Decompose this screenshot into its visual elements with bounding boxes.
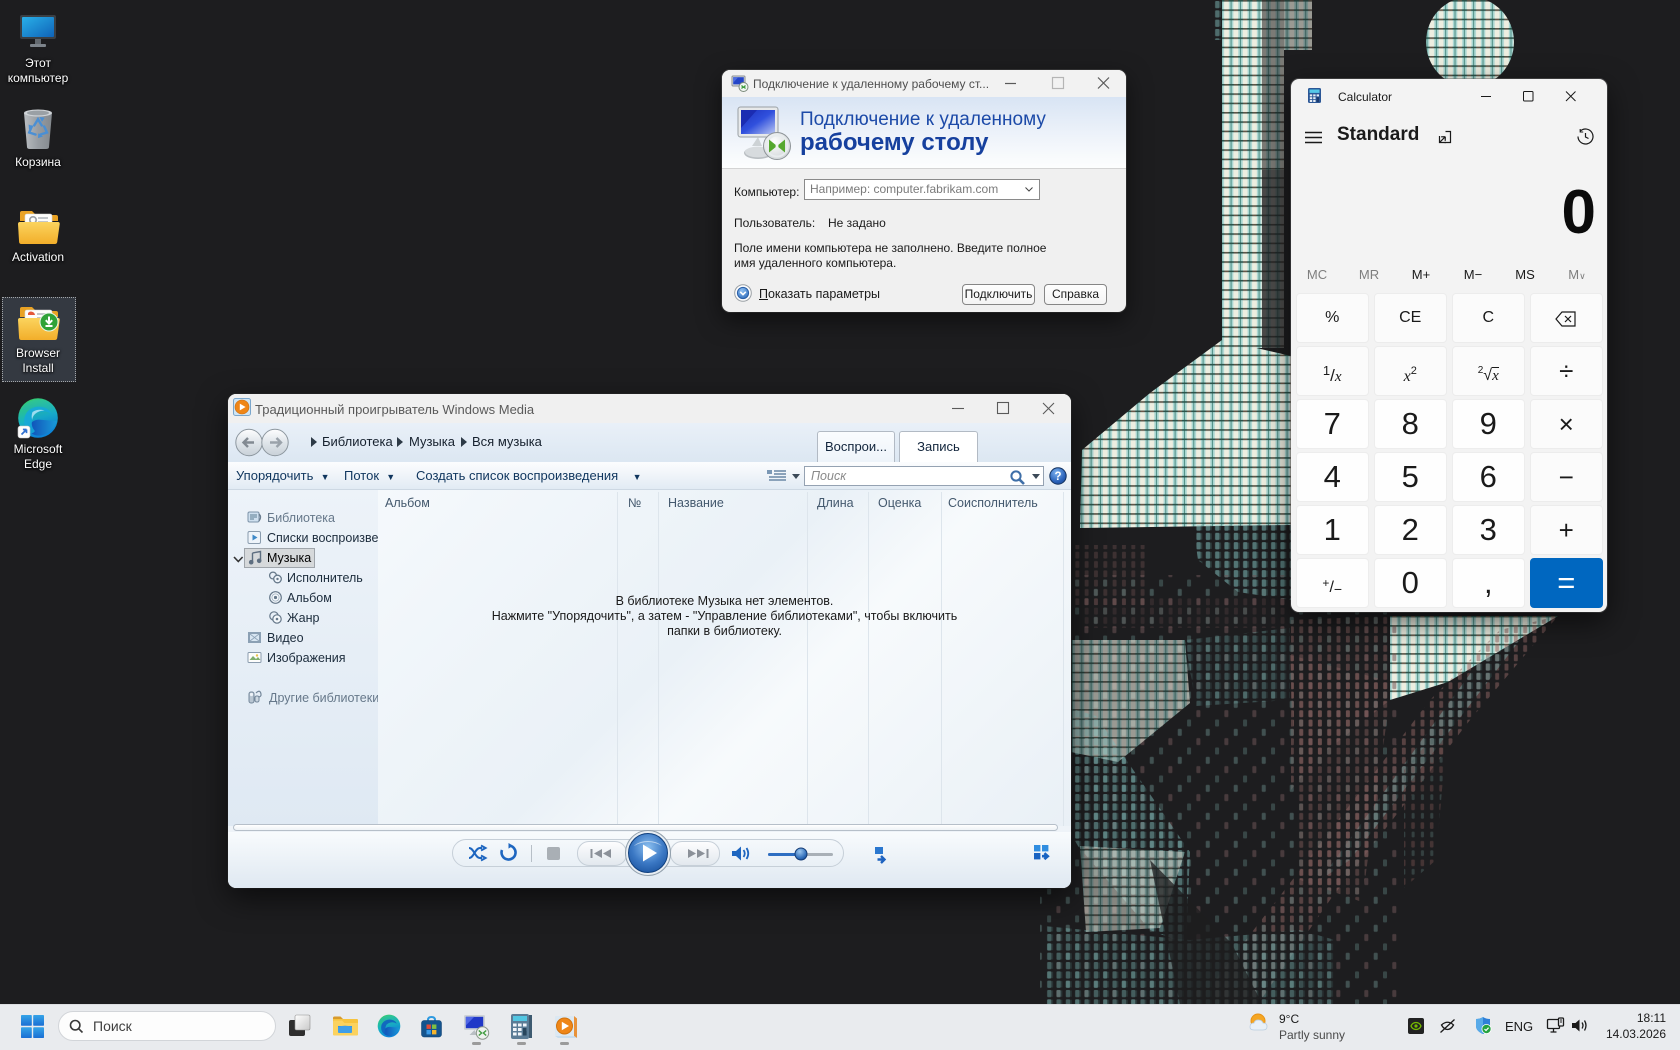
svg-text:?: ? <box>1054 471 1061 483</box>
